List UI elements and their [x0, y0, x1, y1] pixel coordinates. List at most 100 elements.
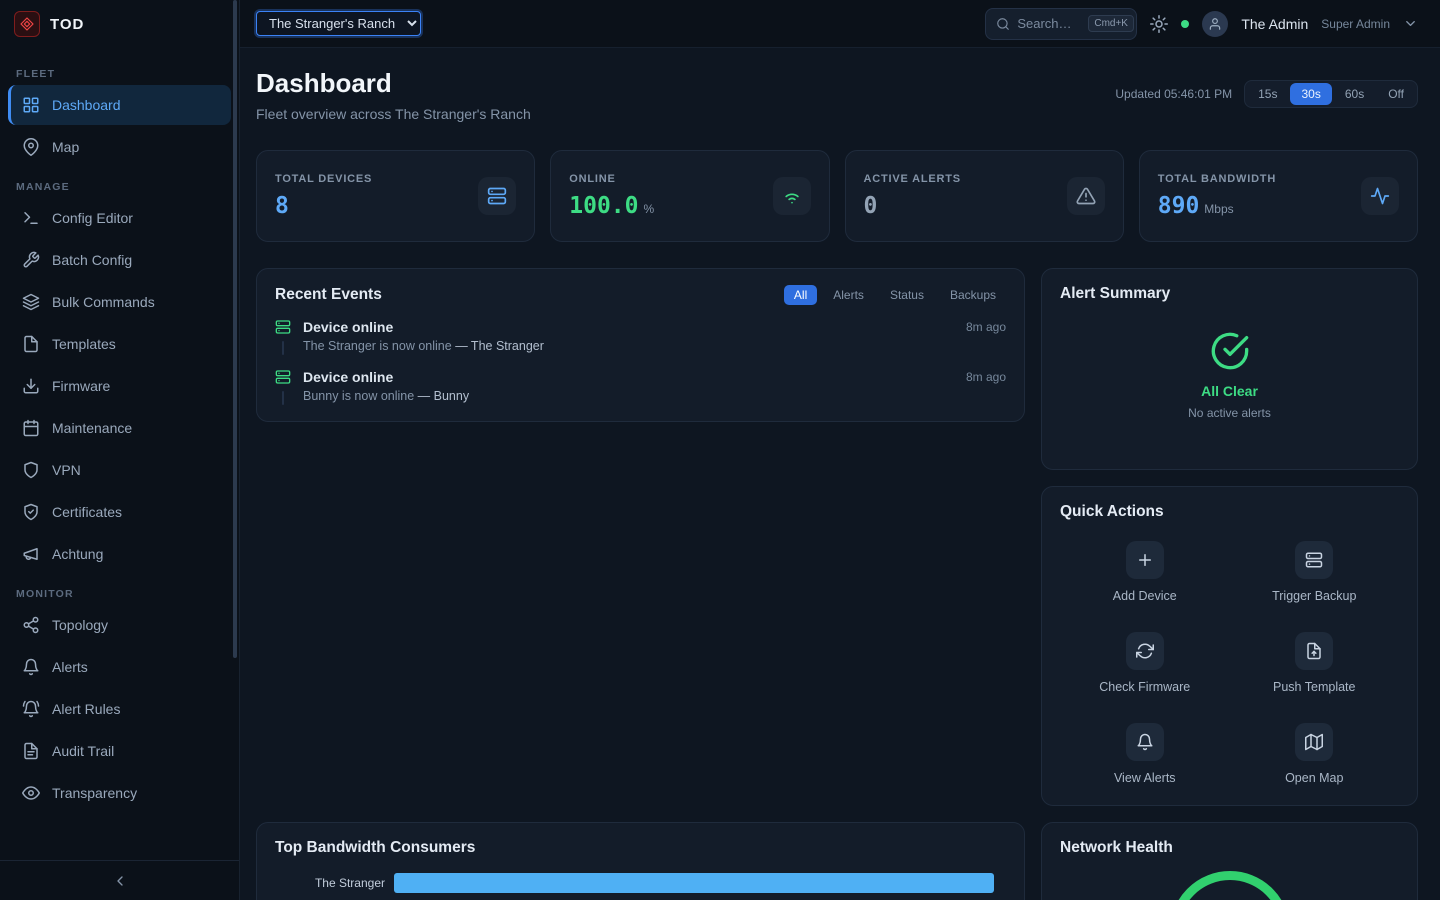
grid-icon: [22, 96, 40, 114]
refresh-option-off[interactable]: Off: [1377, 83, 1415, 105]
event-title-row: Device online 8m ago: [303, 319, 1006, 335]
timeline-line: [282, 341, 284, 355]
action-chip: [1295, 723, 1333, 761]
sidebar-item-label: Audit Trail: [52, 743, 114, 759]
sidebar-item-certificates[interactable]: Certificates: [8, 492, 231, 532]
refresh-option-60s[interactable]: 60s: [1334, 83, 1375, 105]
sidebar-item-bulk-commands[interactable]: Bulk Commands: [8, 282, 231, 322]
site-select[interactable]: The Stranger's Ranch: [256, 11, 421, 36]
sidebar-item-label: Firmware: [52, 378, 110, 394]
sidebar-nav: FLEET Dashboard Map MANAGE Config Editor…: [0, 48, 239, 860]
refresh-option-30s[interactable]: 30s: [1290, 83, 1331, 105]
filter-all[interactable]: All: [784, 285, 817, 305]
filter-backups[interactable]: Backups: [940, 285, 1006, 305]
push-template-button[interactable]: Push Template: [1230, 632, 1400, 694]
eye-icon: [22, 784, 40, 802]
add-device-button[interactable]: Add Device: [1060, 541, 1230, 603]
network-nodes-icon: [22, 616, 40, 634]
sidebar-item-transparency[interactable]: Transparency: [8, 773, 231, 813]
sidebar-item-label: Achtung: [52, 546, 103, 562]
check-firmware-button[interactable]: Check Firmware: [1060, 632, 1230, 694]
layers-icon: [22, 293, 40, 311]
network-health-title: Network Health: [1060, 839, 1173, 856]
stat-value: 0: [864, 193, 961, 219]
sidebar-item-maintenance[interactable]: Maintenance: [8, 408, 231, 448]
open-map-button[interactable]: Open Map: [1230, 723, 1400, 785]
theme-toggle-button[interactable]: [1150, 15, 1168, 33]
sidebar-item-audit-trail[interactable]: Audit Trail: [8, 731, 231, 771]
server-icon: [275, 369, 291, 385]
search-box[interactable]: Cmd+K: [985, 8, 1137, 40]
app-name: TOD: [50, 16, 84, 33]
plus-icon: [1136, 551, 1154, 569]
trigger-backup-button[interactable]: Trigger Backup: [1230, 541, 1400, 603]
stat-number: 0: [864, 193, 878, 219]
sidebar: TOD FLEET Dashboard Map MANAGE Config Ed…: [0, 0, 240, 900]
sidebar-item-label: Dashboard: [52, 97, 121, 113]
sidebar-item-label: Templates: [52, 336, 116, 352]
sidebar-item-dashboard[interactable]: Dashboard: [8, 85, 231, 125]
search-input[interactable]: [1017, 16, 1081, 31]
calendar-icon: [22, 419, 40, 437]
stat-number: 100.0: [569, 193, 638, 219]
sidebar-item-label: Bulk Commands: [52, 294, 155, 310]
sidebar-item-alert-rules[interactable]: Alert Rules: [8, 689, 231, 729]
bandwidth-bars: The Stranger Walter: [275, 873, 1006, 900]
map-pin-icon: [22, 138, 40, 156]
user-role: Super Admin: [1321, 17, 1390, 31]
event-title: Device online: [303, 319, 393, 335]
stat-number: 890: [1158, 193, 1200, 219]
sidebar-item-firmware[interactable]: Firmware: [8, 366, 231, 406]
sidebar-collapse-button[interactable]: [0, 860, 239, 900]
avatar[interactable]: [1202, 11, 1228, 37]
alert-status-text: All Clear: [1201, 383, 1258, 399]
sidebar-item-topology[interactable]: Topology: [8, 605, 231, 645]
refresh-option-15s[interactable]: 15s: [1247, 83, 1288, 105]
event-time: 8m ago: [966, 370, 1006, 384]
updated-timestamp: Updated 05:46:01 PM: [1115, 87, 1232, 101]
stat-text: TOTAL BANDWIDTH 890 Mbps: [1158, 173, 1276, 219]
sidebar-item-label: VPN: [52, 462, 81, 478]
server-icon: [487, 186, 507, 206]
chevron-left-icon: [112, 873, 128, 889]
stat-card-total-bandwidth: TOTAL BANDWIDTH 890 Mbps: [1139, 150, 1418, 242]
sidebar-scrollbar[interactable]: [233, 0, 237, 658]
network-health-card: Network Health: [1041, 822, 1418, 900]
wifi-icon: [782, 186, 802, 206]
event-title-row: Device online 8m ago: [303, 369, 1006, 385]
bell-icon: [22, 658, 40, 676]
quick-actions-title: Quick Actions: [1060, 503, 1164, 520]
brand: TOD: [0, 0, 239, 48]
sidebar-item-map[interactable]: Map: [8, 127, 231, 167]
filter-alerts[interactable]: Alerts: [823, 285, 874, 305]
download-icon: [22, 377, 40, 395]
user-name: The Admin: [1241, 16, 1308, 32]
recent-events-title: Recent Events: [275, 286, 382, 304]
action-label: Open Map: [1285, 771, 1343, 785]
sidebar-item-achtung[interactable]: Achtung: [8, 534, 231, 574]
search-icon: [996, 17, 1010, 31]
wrench-icon: [22, 251, 40, 269]
event-filters: All Alerts Status Backups: [784, 285, 1006, 305]
page-subtitle: Fleet overview across The Stranger's Ran…: [256, 106, 531, 122]
page-title: Dashboard: [256, 68, 531, 99]
quick-actions-card: Quick Actions Add Device Trigger Backup: [1041, 486, 1418, 806]
sidebar-item-alerts[interactable]: Alerts: [8, 647, 231, 687]
sidebar-item-batch-config[interactable]: Batch Config: [8, 240, 231, 280]
shield-icon: [22, 461, 40, 479]
filter-status[interactable]: Status: [880, 285, 934, 305]
sidebar-item-label: Topology: [52, 617, 108, 633]
sidebar-item-config-editor[interactable]: Config Editor: [8, 198, 231, 238]
connection-status-dot: [1181, 20, 1189, 28]
user-menu-button[interactable]: [1403, 16, 1418, 31]
action-chip: [1295, 541, 1333, 579]
stat-text: ONLINE 100.0 %: [569, 173, 654, 219]
stat-label: ACTIVE ALERTS: [864, 173, 961, 185]
recent-events-card: Recent Events All Alerts Status Backups: [256, 268, 1025, 422]
terminal-icon: [22, 209, 40, 227]
sidebar-item-templates[interactable]: Templates: [8, 324, 231, 364]
alert-triangle-icon: [1076, 186, 1096, 206]
sidebar-item-vpn[interactable]: VPN: [8, 450, 231, 490]
file-up-icon: [1305, 642, 1323, 660]
view-alerts-button[interactable]: View Alerts: [1060, 723, 1230, 785]
